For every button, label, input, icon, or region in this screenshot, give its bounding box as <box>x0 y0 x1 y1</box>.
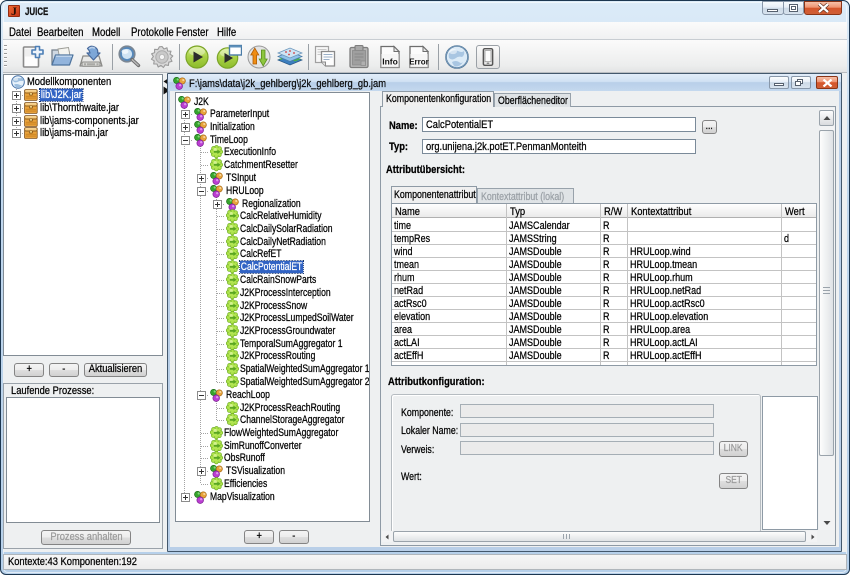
svg-text:Error: Error <box>409 58 429 67</box>
svg-text:Info: Info <box>382 57 398 67</box>
